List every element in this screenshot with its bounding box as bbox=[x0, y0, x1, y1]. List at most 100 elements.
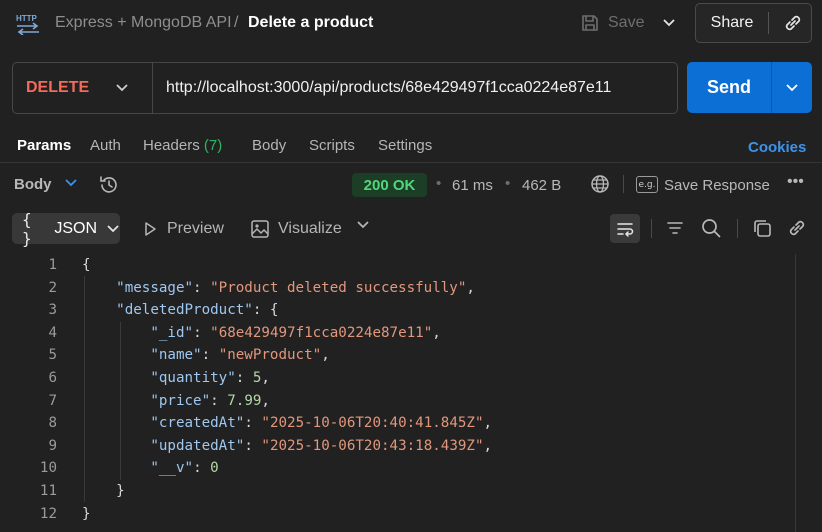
code-text: } bbox=[82, 503, 91, 526]
tab-headers-label: Headers bbox=[143, 137, 200, 154]
response-body-chevron-down-icon[interactable] bbox=[64, 178, 78, 188]
method-chevron-down-icon[interactable] bbox=[115, 63, 129, 113]
breadcrumb-collection[interactable]: Express + MongoDB API bbox=[55, 14, 232, 32]
code-line: 10 "__v": 0 bbox=[0, 457, 795, 480]
code-token: : bbox=[210, 392, 228, 409]
response-time[interactable]: 61 ms bbox=[452, 177, 493, 194]
search-icon[interactable] bbox=[700, 217, 722, 239]
code-token: "createdAt" bbox=[150, 415, 245, 432]
filter-icon[interactable] bbox=[665, 218, 685, 238]
send-group: Send bbox=[687, 62, 812, 113]
code-token: : bbox=[193, 324, 211, 341]
tab-params[interactable]: Params bbox=[17, 137, 71, 154]
toolbar-divider bbox=[623, 175, 624, 193]
code-token: "Product deleted successfully" bbox=[210, 279, 467, 296]
code-line: 7 "price": 7.99, bbox=[0, 390, 795, 413]
code-line: 3 "deletedProduct": { bbox=[0, 299, 795, 322]
line-number: 9 bbox=[48, 437, 57, 454]
scrollbar[interactable] bbox=[795, 254, 796, 532]
save-options-chevron-down-icon[interactable] bbox=[656, 8, 682, 38]
example-icon[interactable]: e.g. bbox=[636, 176, 658, 193]
save-label: Save bbox=[608, 14, 645, 31]
wrap-lines-icon[interactable] bbox=[610, 214, 640, 243]
save-button[interactable]: Save bbox=[580, 8, 650, 38]
line-number: 3 bbox=[48, 302, 57, 319]
code-token: "newProduct" bbox=[218, 347, 322, 364]
code-text: "createdAt": "2025-10-06T20:40:41.845Z", bbox=[82, 412, 492, 435]
copy-link-icon[interactable] bbox=[774, 4, 812, 42]
response-size[interactable]: 462 B bbox=[522, 177, 561, 194]
history-icon[interactable] bbox=[98, 174, 120, 196]
tab-auth[interactable]: Auth bbox=[90, 137, 121, 154]
status-badge[interactable]: 200 OK bbox=[352, 173, 427, 197]
code-token: "price" bbox=[150, 392, 211, 409]
response-body-label[interactable]: Body bbox=[14, 176, 52, 193]
cookies-link[interactable]: Cookies bbox=[748, 139, 806, 156]
code-token: "quantity" bbox=[150, 370, 236, 386]
globe-icon[interactable] bbox=[590, 174, 610, 194]
code-token: "2025-10-06T20:43:18.439Z" bbox=[261, 437, 484, 454]
tab-body[interactable]: Body bbox=[252, 137, 286, 154]
code-token: : bbox=[201, 347, 219, 364]
headers-count-badge: (7) bbox=[203, 137, 223, 154]
code-text: "deletedProduct": { bbox=[82, 299, 278, 322]
code-token: : bbox=[193, 460, 211, 477]
share-group: Share bbox=[695, 3, 812, 43]
share-button[interactable]: Share bbox=[696, 4, 768, 42]
code-token: } bbox=[82, 505, 91, 522]
line-number: 8 bbox=[48, 415, 57, 432]
toolbar-divider bbox=[651, 219, 652, 238]
separator-dot: • bbox=[505, 175, 511, 192]
line-number: 12 bbox=[39, 505, 57, 522]
toolbar-divider bbox=[737, 219, 738, 238]
preview-button[interactable]: Preview bbox=[142, 213, 224, 244]
copy-icon[interactable] bbox=[751, 217, 773, 239]
page-title[interactable]: Delete a product bbox=[248, 14, 373, 32]
code-token: "2025-10-06T20:40:41.845Z" bbox=[261, 415, 484, 432]
tab-headers[interactable]: Headers (7) bbox=[143, 137, 222, 154]
format-select[interactable]: { } JSON bbox=[12, 210, 120, 248]
url-divider bbox=[152, 63, 153, 113]
visualize-label: Visualize bbox=[278, 219, 342, 237]
code-token: , bbox=[483, 415, 493, 432]
code-token: "message" bbox=[116, 279, 194, 296]
code-text: "_id": "68e429497f1cca0224e87e11", bbox=[82, 322, 440, 345]
code-line: 12} bbox=[0, 503, 795, 526]
code-text: "updatedAt": "2025-10-06T20:43:18.439Z", bbox=[82, 435, 492, 458]
code-token: 7.99 bbox=[227, 392, 262, 409]
json-braces-icon: { } bbox=[22, 209, 32, 248]
visualize-chevron-down-icon[interactable] bbox=[356, 220, 370, 230]
code-token: : bbox=[235, 370, 253, 386]
breadcrumb-separator: / bbox=[234, 14, 239, 31]
code-text: "__v": 0 bbox=[82, 457, 218, 480]
code-token: : { bbox=[252, 302, 279, 319]
image-icon bbox=[250, 219, 270, 239]
code-token: , bbox=[466, 279, 475, 296]
line-number: 7 bbox=[48, 392, 57, 409]
separator-dot: • bbox=[436, 175, 442, 192]
save-icon bbox=[580, 13, 600, 33]
link-icon[interactable] bbox=[786, 217, 808, 239]
code-token: : bbox=[244, 437, 262, 454]
code-token: : bbox=[244, 415, 262, 432]
tab-scripts[interactable]: Scripts bbox=[309, 137, 355, 154]
url-input[interactable]: http://localhost:3000/api/products/68e42… bbox=[166, 63, 666, 113]
section-divider bbox=[0, 162, 822, 163]
send-button[interactable]: Send bbox=[687, 62, 771, 113]
code-text: "message": "Product deleted successfully… bbox=[82, 277, 475, 300]
share-divider bbox=[768, 12, 769, 34]
code-token: } bbox=[82, 483, 125, 499]
tab-settings[interactable]: Settings bbox=[378, 137, 432, 154]
line-number: 5 bbox=[48, 347, 57, 364]
preview-label: Preview bbox=[167, 219, 224, 237]
send-options-chevron-down-icon[interactable] bbox=[772, 62, 812, 113]
line-number: 11 bbox=[39, 483, 57, 499]
more-options-icon[interactable]: ••• bbox=[787, 173, 804, 191]
visualize-button[interactable]: Visualize bbox=[250, 213, 342, 244]
code-text: { bbox=[82, 254, 91, 277]
save-response-button[interactable]: Save Response bbox=[664, 177, 770, 194]
